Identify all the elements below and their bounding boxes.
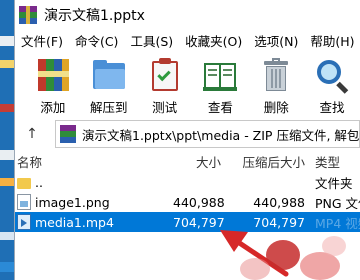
magnifier-icon: [314, 57, 350, 94]
open-book-icon: [202, 57, 238, 93]
menu-favorites[interactable]: 收藏夹(O): [179, 30, 248, 54]
title-bar: 演示文稿1.pptx: [15, 0, 360, 30]
column-header-name[interactable]: 名称: [15, 152, 173, 171]
window-title: 演示文稿1.pptx: [44, 8, 145, 24]
menu-bar: 文件(F) 命令(C) 工具(S) 收藏夹(O) 选项(N) 帮助(H): [15, 30, 360, 54]
find-button-label: 查找: [319, 100, 345, 115]
file-name-cell: image1.png: [15, 194, 173, 210]
clipboard-check-icon: [147, 57, 183, 93]
path-text: 演示文稿1.pptx\ppt\media - ZIP 压缩文件, 解包大: [82, 127, 360, 143]
desktop-background: [0, 0, 14, 280]
delete-button-label: 删除: [263, 100, 289, 115]
file-row-parent[interactable]: .. 文件夹: [15, 172, 360, 192]
menu-commands[interactable]: 命令(C): [69, 30, 124, 54]
file-packed-size: 704,797: [253, 214, 305, 230]
image-file-icon: [17, 194, 31, 210]
find-button[interactable]: 查找: [304, 57, 360, 116]
view-button[interactable]: 查看: [192, 57, 248, 116]
file-row-image1[interactable]: image1.png 440,988 440,988 PNG 文件: [15, 192, 360, 212]
file-type: 文件夹: [315, 175, 353, 191]
add-button-label: 添加: [40, 100, 66, 115]
view-button-label: 查看: [207, 100, 233, 115]
add-button[interactable]: 添加: [25, 57, 81, 116]
file-size: 440,988: [173, 194, 225, 210]
winrar-window: 演示文稿1.pptx 文件(F) 命令(C) 工具(S) 收藏夹(O) 选项(N…: [14, 0, 360, 280]
trash-can-icon: [258, 57, 294, 93]
test-button[interactable]: 测试: [137, 57, 193, 116]
file-name: image1.png: [35, 194, 110, 210]
up-folder-button[interactable]: ↑: [23, 123, 41, 145]
column-header-type[interactable]: 类型: [305, 152, 360, 171]
menu-options[interactable]: 选项(N): [248, 30, 304, 54]
file-type: PNG 文件: [315, 195, 360, 211]
file-name: ..: [35, 174, 43, 190]
test-button-label: 测试: [152, 100, 178, 115]
add-archive-icon: [35, 57, 71, 93]
video-file-icon: [17, 214, 31, 230]
menu-file[interactable]: 文件(F): [15, 30, 69, 54]
file-size: 704,797: [173, 214, 225, 230]
menu-tools[interactable]: 工具(S): [124, 30, 179, 54]
archive-icon: [60, 125, 76, 143]
column-header-packed[interactable]: 压缩后大小: [221, 152, 305, 171]
delete-button[interactable]: 删除: [248, 57, 304, 116]
file-row-media1[interactable]: media1.mp4 704,797 704,797 MP4 视频: [15, 212, 360, 232]
toolbar: 添加 解压到 测试 查看 删除 查找: [15, 54, 360, 116]
file-name: media1.mp4: [35, 214, 114, 230]
file-list: 名称 大小 压缩后大小 类型 .. 文件夹 image1.png 440,988…: [15, 150, 360, 232]
extract-to-button-label: 解压到: [89, 100, 128, 115]
file-list-header: 名称 大小 压缩后大小 类型: [15, 150, 360, 172]
file-type: MP4 视频: [315, 215, 360, 231]
menu-help[interactable]: 帮助(H): [304, 30, 360, 54]
path-field[interactable]: 演示文稿1.pptx\ppt\media - ZIP 压缩文件, 解包大: [55, 120, 360, 148]
file-name-cell: ..: [15, 175, 173, 190]
file-name-cell: media1.mp4: [15, 214, 173, 230]
address-bar: ↑ 演示文稿1.pptx\ppt\media - ZIP 压缩文件, 解包大: [15, 116, 360, 152]
extract-to-button[interactable]: 解压到: [81, 57, 137, 116]
column-header-size[interactable]: 大小: [173, 152, 221, 171]
folder-extract-icon: [91, 57, 127, 93]
winrar-app-icon: [19, 6, 37, 24]
file-packed-size: 440,988: [253, 194, 305, 210]
folder-icon: [17, 178, 31, 189]
